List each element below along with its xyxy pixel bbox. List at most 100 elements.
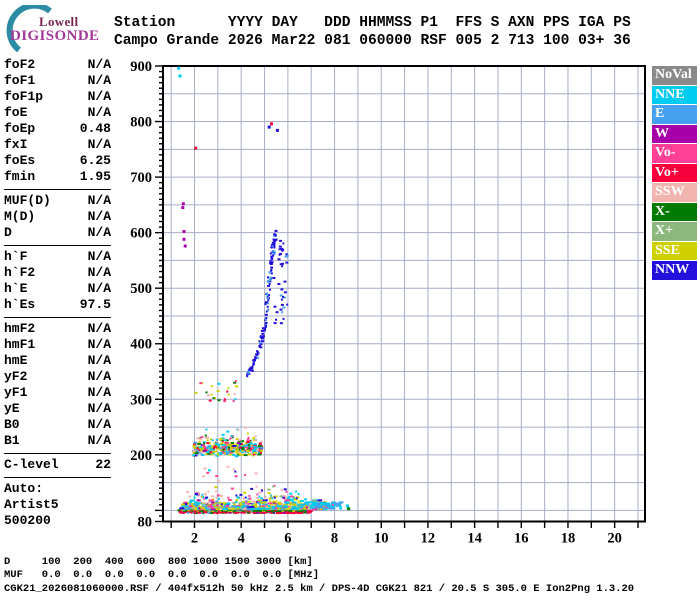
- param-value: N/A: [87, 105, 111, 120]
- param-row: B0 N/A: [4, 417, 111, 433]
- param-label: foF1p: [4, 89, 44, 104]
- param-row: MUF(D) N/A: [4, 193, 111, 209]
- param-label: yE: [4, 401, 20, 416]
- param-value: N/A: [87, 369, 111, 384]
- svg-text:700: 700: [130, 170, 152, 186]
- plot-gridlines: [163, 66, 645, 522]
- svg-text:800: 800: [130, 115, 152, 131]
- param-row: foF2 N/A: [4, 57, 111, 73]
- param-row: fxI N/A: [4, 137, 111, 153]
- param-row: C-level 22: [4, 457, 111, 473]
- param-divider: [4, 453, 111, 454]
- svg-text:10: 10: [374, 531, 389, 547]
- legend-item-NNE: NNE: [652, 85, 697, 104]
- param-label: h`E: [4, 281, 28, 296]
- param-row: M(D) N/A: [4, 209, 111, 225]
- param-divider: [4, 189, 111, 190]
- svg-text:500: 500: [130, 281, 152, 297]
- param-value: N/A: [87, 265, 111, 280]
- param-divider: [4, 317, 111, 318]
- param-row: D N/A: [4, 225, 111, 241]
- svg-text:14: 14: [467, 531, 482, 547]
- svg-text:400: 400: [130, 337, 152, 353]
- param-row: Artist5: [4, 497, 111, 513]
- logo-text-digisonde: DIGISONDE: [10, 28, 100, 44]
- param-value: N/A: [87, 401, 111, 416]
- axis-tick-labels: 80 200 300 400 500 600 700 800 900 2 4 6 8 10 12 14 16 18…: [130, 59, 622, 547]
- param-value: N/A: [87, 73, 111, 88]
- param-row: foEp 0.48: [4, 121, 111, 137]
- param-value: N/A: [87, 433, 111, 448]
- param-label: Auto:: [4, 481, 44, 496]
- param-row: foE N/A: [4, 105, 111, 121]
- svg-text:8: 8: [331, 531, 338, 547]
- param-label: Artist5: [4, 497, 59, 512]
- param-label: hmF1: [4, 337, 36, 352]
- plot-frame: [162, 65, 646, 523]
- legend-item-W: W: [652, 124, 697, 143]
- param-row: yF2 N/A: [4, 369, 111, 385]
- doppler-direction-legend: NoVal NNE E W Vo- Vo+ SSW X- X+ SSE NNW: [652, 66, 697, 281]
- echo-points: [177, 66, 351, 515]
- svg-text:300: 300: [130, 392, 152, 408]
- param-row: h`F2 N/A: [4, 265, 111, 281]
- svg-text:18: 18: [561, 531, 576, 547]
- svg-text:200: 200: [130, 448, 152, 464]
- param-value: N/A: [87, 385, 111, 400]
- param-value: N/A: [87, 321, 111, 336]
- param-row: B1 N/A: [4, 433, 111, 449]
- svg-text:80: 80: [138, 515, 153, 531]
- param-row: foF1 N/A: [4, 73, 111, 89]
- muf-row: MUF 0.0 0.0 0.0 0.0 0.0 0.0 0.0 0.0 [MHz…: [4, 569, 320, 582]
- param-label: MUF(D): [4, 193, 51, 208]
- param-row: Auto:: [4, 481, 111, 497]
- param-value: N/A: [87, 249, 111, 264]
- param-value: N/A: [87, 89, 111, 104]
- param-label: hmF2: [4, 321, 36, 336]
- param-label: B1: [4, 433, 20, 448]
- param-label: B0: [4, 417, 20, 432]
- param-label: C-level: [4, 457, 59, 472]
- header-station-values: Campo Grande 2026 Mar22 081 060000 RSF 0…: [114, 33, 631, 49]
- param-value: N/A: [87, 281, 111, 296]
- param-label: foF1: [4, 73, 36, 88]
- param-row: hmE N/A: [4, 353, 111, 369]
- param-value: 97.5: [79, 297, 111, 312]
- param-row: foF1p N/A: [4, 89, 111, 105]
- legend-item-NNW: NNW: [652, 261, 697, 280]
- param-value: N/A: [87, 417, 111, 432]
- param-label: D: [4, 225, 12, 240]
- legend-item-X-: X-: [652, 202, 697, 221]
- d-distance-row: D 100 200 400 600 800 1000 1500 3000 [km…: [4, 556, 313, 568]
- svg-text:16: 16: [514, 531, 529, 547]
- param-label: h`F2: [4, 265, 36, 280]
- lowell-digisonde-logo: Lowell DIGISONDE: [2, 2, 114, 53]
- param-value: 6.25: [79, 153, 111, 168]
- param-value: N/A: [87, 193, 111, 208]
- param-label: yF1: [4, 385, 28, 400]
- parameter-panel: foF2 N/A foF1 N/A foF1p N/A foE N/A foEp 0.48 fxI N…: [4, 57, 111, 529]
- param-value: N/A: [87, 137, 111, 152]
- param-label: hmE: [4, 353, 28, 368]
- param-value: 1.95: [79, 169, 111, 184]
- header-column-titles: Station YYYY DAY DDD HHMMSS P1 FFS S AXN…: [114, 15, 631, 31]
- param-value: N/A: [87, 337, 111, 352]
- param-row: yE N/A: [4, 401, 111, 417]
- legend-item-NoVal: NoVal: [652, 66, 697, 85]
- param-label: yF2: [4, 369, 28, 384]
- param-divider: [4, 245, 111, 246]
- param-row: h`E N/A: [4, 281, 111, 297]
- param-value: 0.48: [79, 121, 111, 136]
- svg-text:20: 20: [607, 531, 622, 547]
- file-info-line: CGK21_2026081060000.RSF / 404fx512h 50 k…: [4, 582, 635, 595]
- legend-item-Vo-: Vo-: [652, 144, 697, 163]
- header-block: Station YYYY DAY DDD HHMMSS P1 FFS S AXN…: [114, 14, 631, 50]
- footer-block: D 100 200 400 600 800 1000 1500 3000 [km…: [4, 556, 634, 596]
- legend-item-Vo+: Vo+: [652, 163, 697, 182]
- legend-item-SSW: SSW: [652, 183, 697, 202]
- axis-ticks: [155, 65, 639, 528]
- svg-text:4: 4: [238, 531, 245, 547]
- param-label: foEs: [4, 153, 36, 168]
- ionogram-viewer: { "logo": { "top": "Lowell", "bottom": "…: [0, 0, 700, 600]
- param-label: fxI: [4, 137, 28, 152]
